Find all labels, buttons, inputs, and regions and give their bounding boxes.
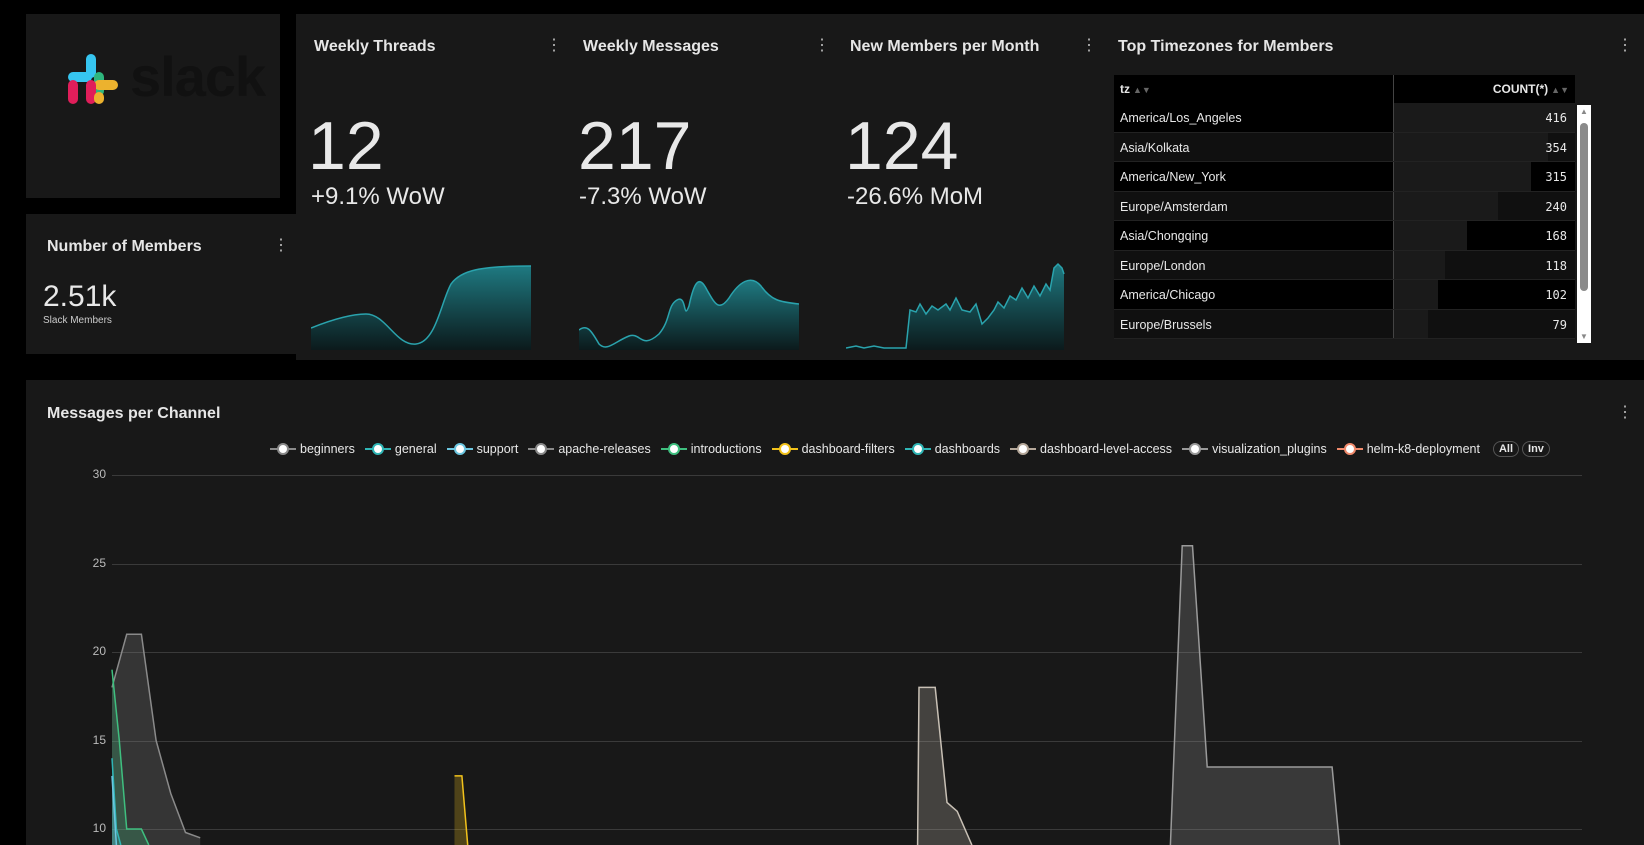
series-area-dashboard-level-access bbox=[917, 687, 972, 845]
messages-chart bbox=[111, 545, 1341, 845]
series-area-dashboard-filters bbox=[454, 775, 468, 845]
